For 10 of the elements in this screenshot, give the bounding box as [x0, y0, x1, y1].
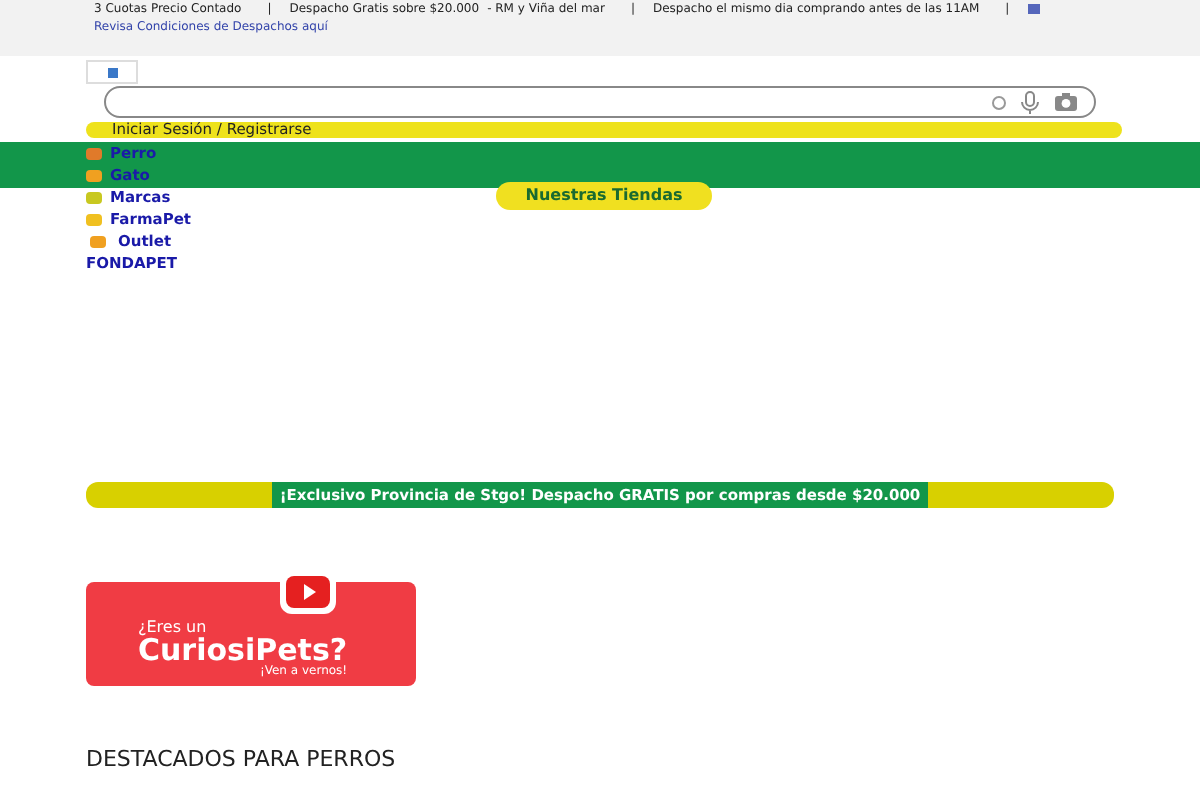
search-field[interactable]: [104, 86, 1096, 118]
banner-text: ¿Eres un: [138, 620, 209, 636]
banner-title: CuriosiPets?: [138, 636, 348, 666]
stores-button[interactable]: Nuestras Tiendas: [496, 182, 712, 210]
search-icon[interactable]: [992, 95, 1006, 109]
camera-icon[interactable]: [1054, 92, 1078, 112]
section-title: DESTACADOS PARA PERROS: [86, 746, 398, 772]
microphone-icon[interactable]: [1018, 90, 1042, 114]
logo-icon[interactable]: [86, 60, 138, 84]
play-icon: [280, 570, 336, 614]
